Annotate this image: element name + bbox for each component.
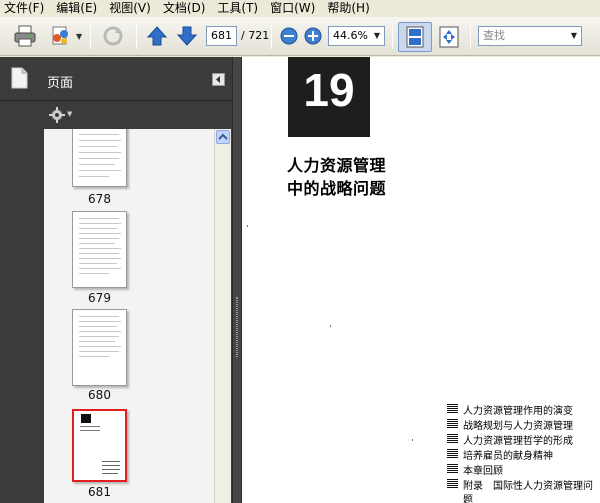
thumbnail-page-680[interactable] <box>72 309 127 386</box>
toolbar: ▼ 681 / 721 44.6% ▼ 查找 ▼ <box>0 17 600 56</box>
share-button[interactable] <box>48 24 74 48</box>
triangle-left-icon <box>216 76 220 83</box>
menu-edit[interactable]: 编辑(E) <box>52 0 103 17</box>
page-total: / 721 <box>241 29 270 42</box>
panel-splitter[interactable] <box>232 57 242 503</box>
zoom-in-icon <box>304 27 322 45</box>
options-dropdown-icon[interactable]: ▼ <box>67 110 72 118</box>
search-placeholder: 查找 <box>483 29 505 42</box>
arrow-up-icon <box>146 26 168 46</box>
sync-icon <box>103 26 123 46</box>
menu-bar: 文件(F) 编辑(E) 视图(V) 文档(D) 工具(T) 窗口(W) 帮助(H… <box>0 0 600 17</box>
thumbnail-label: 680 <box>88 388 111 402</box>
print-button[interactable] <box>12 24 38 48</box>
menu-file[interactable]: 文件(F) <box>0 0 50 17</box>
gear-icon[interactable] <box>49 107 65 123</box>
document-page: 19 人力资源管理 中的战略问题 人力资源管理作用的演变 战略规划与人力资源管理… <box>242 57 600 503</box>
share-icon <box>52 26 68 45</box>
full-screen-button[interactable] <box>436 24 462 50</box>
thumbnail-page-679[interactable] <box>72 211 127 288</box>
zoom-dropdown-icon[interactable]: ▼ <box>370 27 384 45</box>
menu-document[interactable]: 文档(D) <box>159 0 212 17</box>
contents-item: 人力资源管理作用的演变 <box>447 402 573 417</box>
page-thumbnails-panel: ▼ 678 679 680 681 <box>44 101 232 503</box>
zoom-combo[interactable]: 44.6% ▼ <box>328 26 385 46</box>
chapter-title-line-1: 人力资源管理 <box>287 156 387 175</box>
page-number-input[interactable]: 681 <box>206 26 237 46</box>
panel-options-bar: ▼ <box>44 101 232 129</box>
zoom-in-button[interactable] <box>304 27 322 45</box>
menu-tools[interactable]: 工具(T) <box>213 0 264 17</box>
search-input[interactable]: 查找 ▼ <box>478 26 582 46</box>
thumbnail-scrollbar[interactable] <box>214 129 231 503</box>
zoom-out-button[interactable] <box>280 27 298 45</box>
zoom-out-icon <box>280 27 298 45</box>
next-page-button[interactable] <box>176 25 198 47</box>
fit-page-button[interactable] <box>398 22 432 52</box>
thumbnail-label: 681 <box>88 485 111 499</box>
contents-item: 培养雇员的献身精神 <box>447 447 553 462</box>
menu-view[interactable]: 视图(V) <box>105 0 157 17</box>
thumbnail-page-678[interactable] <box>72 129 127 187</box>
navigation-side-strip <box>0 101 44 503</box>
arrow-down-icon <box>176 26 198 46</box>
collapse-panel-button[interactable] <box>212 73 225 86</box>
navigation-panel-header: 页面 <box>0 57 232 101</box>
chapter-number-box: 19 <box>288 57 370 137</box>
panel-title: 页面 <box>47 76 74 91</box>
thumbnail-page-681-selected[interactable] <box>72 409 127 482</box>
fit-page-icon <box>406 26 424 48</box>
chevron-up-icon <box>218 133 228 140</box>
pages-icon[interactable] <box>10 67 28 89</box>
chapter-title-line-2: 中的战略问题 <box>287 179 387 198</box>
full-screen-icon <box>439 26 459 48</box>
thumbnail-label: 678 <box>88 192 111 206</box>
contents-item: 本章回顾 <box>447 462 503 477</box>
menu-window[interactable]: 窗口(W) <box>266 0 321 17</box>
printer-icon <box>14 25 36 47</box>
previous-page-button[interactable] <box>146 25 168 47</box>
contents-item-continuation: 题 <box>463 495 473 503</box>
contents-item: 人力资源管理哲学的形成 <box>447 432 573 447</box>
menu-help[interactable]: 帮助(H) <box>323 0 375 17</box>
chapter-number: 19 <box>303 64 355 116</box>
scroll-up-button[interactable] <box>216 130 230 144</box>
thumbnail-label: 679 <box>88 291 111 305</box>
thumbnail-list: 678 679 680 681 <box>44 129 214 503</box>
contents-item: 附录 国际性人力资源管理问 <box>447 477 593 492</box>
share-dropdown-icon[interactable]: ▼ <box>76 32 82 41</box>
sync-button[interactable] <box>100 24 126 48</box>
splitter-grip[interactable] <box>236 297 238 357</box>
contents-item: 战略规划与人力资源管理 <box>447 417 573 432</box>
zoom-value: 44.6% <box>333 29 368 42</box>
search-dropdown-icon[interactable]: ▼ <box>567 27 581 45</box>
